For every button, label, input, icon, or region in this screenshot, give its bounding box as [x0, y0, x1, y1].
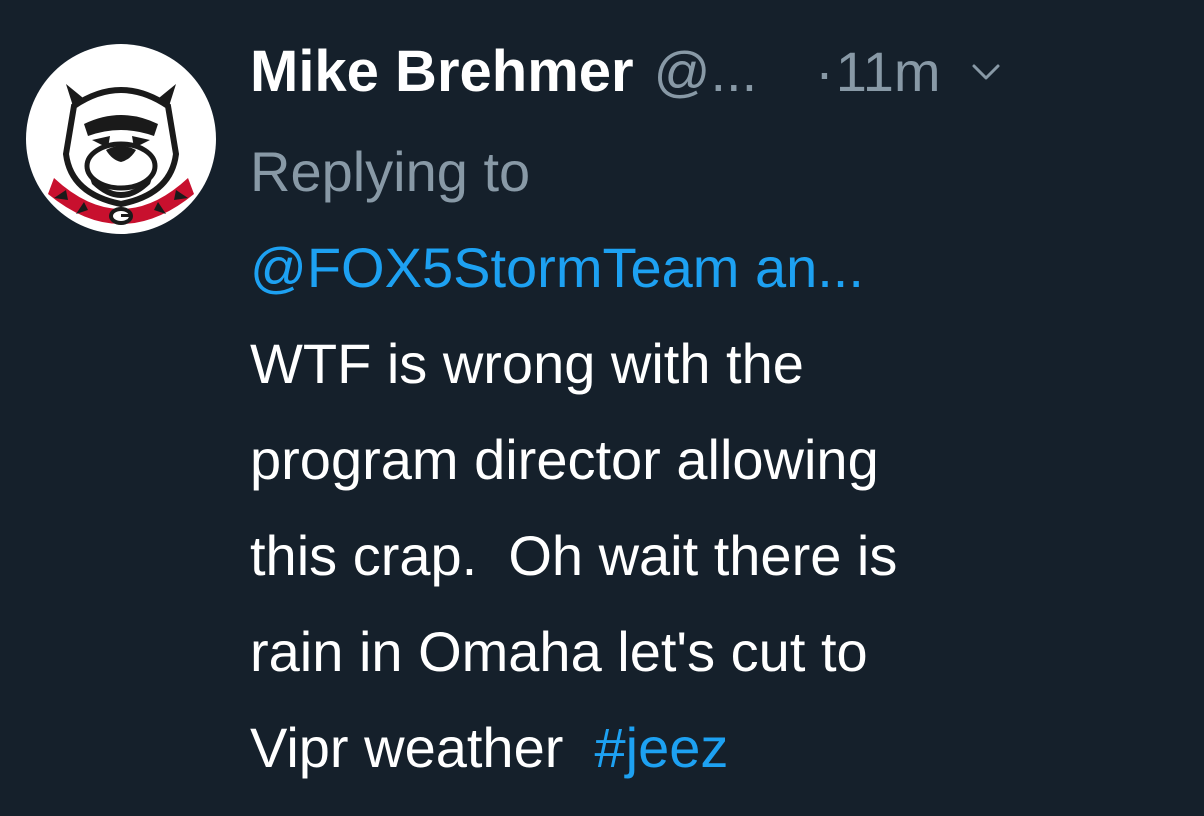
- tweet-text-line: rain in Omaha let's cut to: [250, 620, 868, 683]
- reply-mention-link[interactable]: @FOX5StormTeam an...: [250, 220, 1180, 316]
- tweet-text-line: WTF is wrong with the: [250, 332, 804, 395]
- display-name[interactable]: Mike Brehmer: [250, 38, 634, 105]
- user-handle[interactable]: @...: [654, 39, 758, 104]
- separator-dot: ·: [815, 40, 834, 103]
- hashtag-link[interactable]: #jeez: [594, 716, 728, 779]
- tweet-text-line: this crap. Oh wait there is: [250, 524, 898, 587]
- chevron-down-icon[interactable]: [971, 63, 1001, 86]
- tweet-header: Mike Brehmer @... · 11m: [250, 38, 1180, 122]
- tweet-text-segment: Vipr weather: [250, 716, 595, 779]
- tweet[interactable]: Mike Brehmer @... · 11m Replying to @FOX…: [0, 0, 1204, 816]
- tweet-text: WTF is wrong with the program director a…: [250, 316, 1180, 796]
- bulldog-logo-icon: [48, 84, 194, 225]
- avatar[interactable]: [26, 44, 216, 234]
- tweet-text-line: program director allowing: [250, 428, 879, 491]
- tweet-content: Mike Brehmer @... · 11m Replying to @FOX…: [250, 38, 1180, 796]
- replying-to-label: Replying to: [250, 140, 531, 203]
- timestamp[interactable]: 11m: [836, 39, 941, 104]
- tweet-text-last-line: Vipr weather #jeez: [250, 700, 1180, 796]
